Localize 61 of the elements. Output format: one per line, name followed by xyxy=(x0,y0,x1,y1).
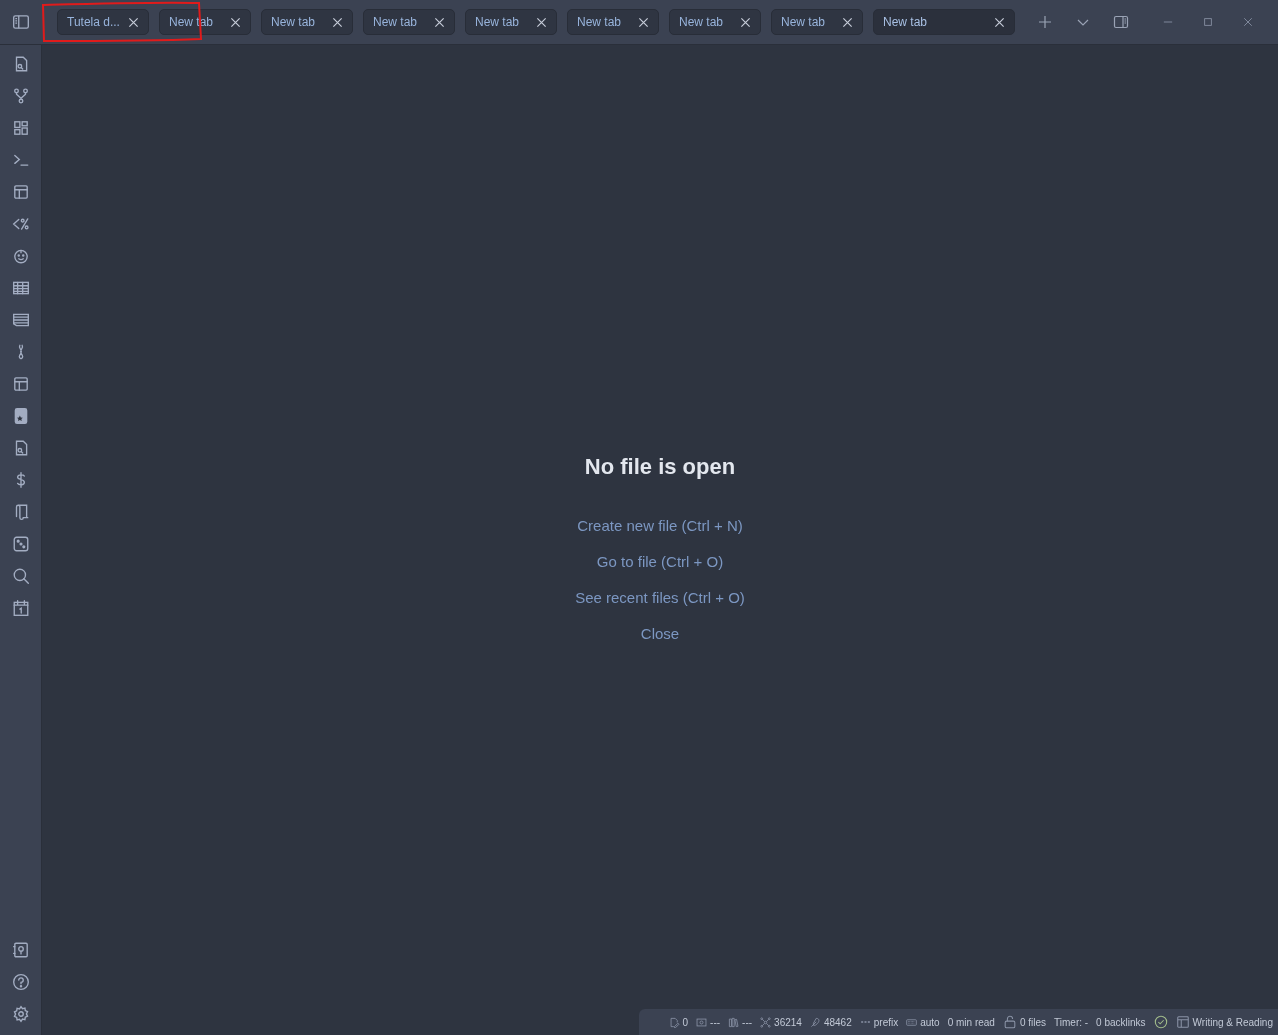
close-icon[interactable] xyxy=(332,16,343,28)
status-text: auto xyxy=(920,1016,940,1028)
tab[interactable]: New tab xyxy=(363,9,455,35)
feather-icon xyxy=(809,1016,821,1028)
status-text: 0 min read xyxy=(947,1016,995,1028)
status-text: --- xyxy=(742,1016,753,1028)
status-text: 0 files xyxy=(1019,1016,1047,1028)
percent-icon[interactable] xyxy=(11,215,30,233)
status-text: 48462 xyxy=(823,1016,852,1028)
tab[interactable]: New tab xyxy=(261,9,353,35)
maximize-icon[interactable] xyxy=(1203,17,1213,27)
action-link[interactable]: See recent files (Ctrl + O) xyxy=(575,580,745,616)
close-icon[interactable] xyxy=(536,16,547,28)
table-icon[interactable] xyxy=(11,279,30,297)
search-icon[interactable] xyxy=(11,567,30,585)
layout-icon[interactable] xyxy=(11,375,30,393)
vault-icon[interactable] xyxy=(11,941,30,959)
tab[interactable]: New tab xyxy=(873,9,1015,35)
status-text: 0 xyxy=(682,1016,689,1028)
right-sidebar-icon[interactable] xyxy=(1113,14,1129,30)
action-link[interactable]: Close xyxy=(640,616,680,652)
action-link[interactable]: Go to file (Ctrl + O) xyxy=(596,544,724,580)
layout-icon xyxy=(1175,1015,1190,1029)
close-icon[interactable] xyxy=(230,16,241,28)
close-icon[interactable] xyxy=(994,16,1005,28)
status-text: Writing & Reading xyxy=(1192,1016,1273,1028)
close-icon[interactable] xyxy=(638,16,649,28)
tab[interactable]: New tab xyxy=(567,9,659,35)
smiley-icon[interactable] xyxy=(11,247,30,265)
close-icon[interactable] xyxy=(128,16,139,28)
tab[interactable]: New tab xyxy=(465,9,557,35)
tab[interactable]: New tab xyxy=(669,9,761,35)
status-text: 36214 xyxy=(774,1016,802,1028)
status-text: 0 backlinks xyxy=(1096,1016,1146,1028)
check-circle-icon xyxy=(1153,1015,1168,1029)
close-icon[interactable] xyxy=(740,16,751,28)
lock-icon xyxy=(1002,1015,1017,1029)
status-text: prefix xyxy=(873,1016,899,1028)
close-icon[interactable] xyxy=(434,16,445,28)
status-text: Timer: - xyxy=(1054,1016,1089,1028)
tab[interactable]: New tab xyxy=(771,9,863,35)
grid-icon[interactable] xyxy=(11,119,30,137)
settings-icon[interactable] xyxy=(11,1005,30,1023)
branch-icon[interactable] xyxy=(11,87,30,105)
list-icon[interactable] xyxy=(11,311,30,329)
help-icon[interactable] xyxy=(11,973,30,991)
calendar-icon[interactable] xyxy=(11,599,30,617)
sidebar-toggle-icon[interactable] xyxy=(11,13,30,31)
close-icon[interactable] xyxy=(842,16,853,28)
tab[interactable]: Tutela d... xyxy=(57,9,149,35)
books-icon xyxy=(728,1016,740,1028)
graph-icon xyxy=(760,1016,772,1028)
keyboard-icon xyxy=(906,1016,918,1028)
screen-icon xyxy=(696,1016,708,1028)
action-link[interactable]: Create new file (Ctrl + N) xyxy=(577,508,743,544)
dice-icon[interactable] xyxy=(11,535,30,553)
plus-icon[interactable] xyxy=(1037,14,1053,30)
empty-state-title: No file is open xyxy=(584,454,736,480)
pencil-file-icon xyxy=(668,1016,680,1028)
status-text: --- xyxy=(710,1016,721,1028)
layout-icon[interactable] xyxy=(11,183,30,201)
